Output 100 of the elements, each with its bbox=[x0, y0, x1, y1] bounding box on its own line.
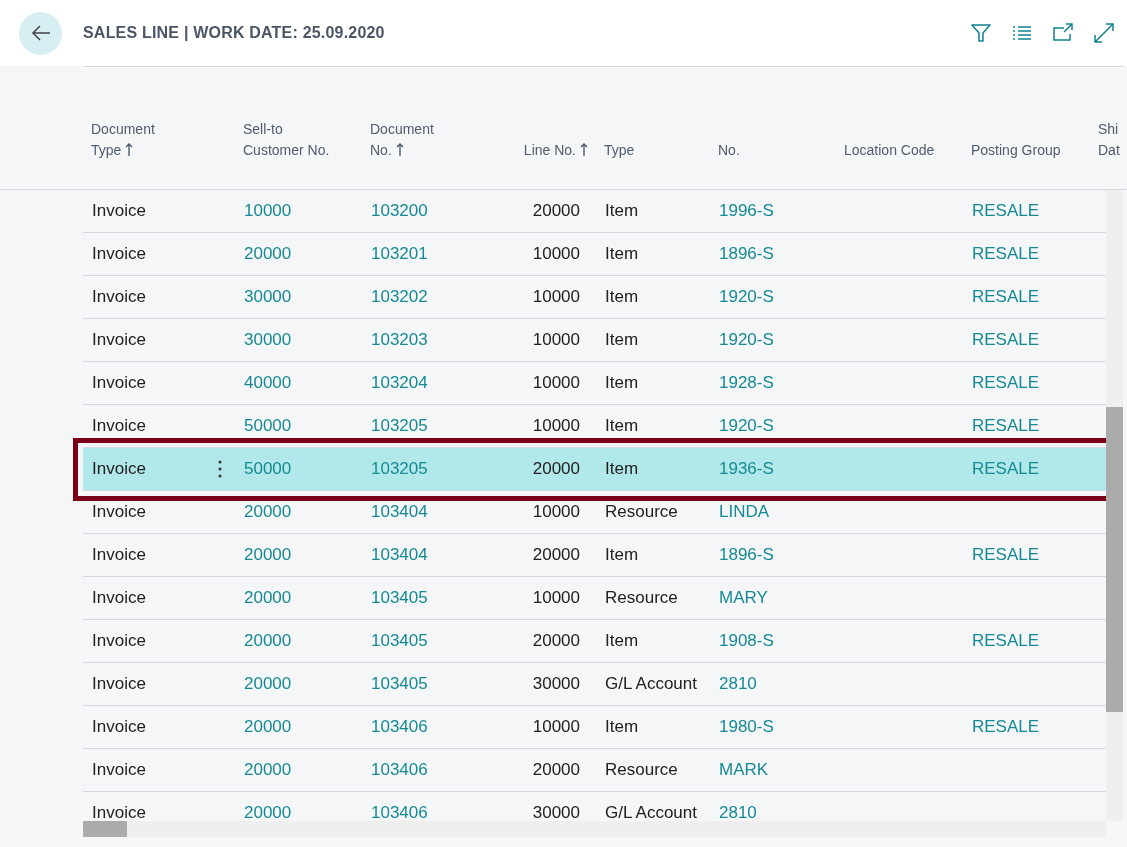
number-link[interactable]: 1980-S bbox=[719, 717, 774, 737]
document-number-link[interactable]: 103406 bbox=[371, 717, 428, 737]
table-row[interactable]: Invoice 20000 103406 20000 Resource MARK bbox=[83, 749, 1106, 792]
document-number-link[interactable]: 103203 bbox=[371, 330, 428, 350]
number-link[interactable]: 1896-S bbox=[719, 545, 774, 565]
column-header[interactable]: Type bbox=[604, 140, 635, 161]
document-type-cell: Invoice bbox=[92, 287, 146, 307]
posting-group-link[interactable]: RESALE bbox=[972, 330, 1040, 350]
document-number-link[interactable]: 103204 bbox=[371, 373, 428, 393]
column-header[interactable]: No. bbox=[718, 140, 740, 161]
document-type-cell: Invoice bbox=[92, 330, 146, 350]
number-link[interactable]: 1996-S bbox=[719, 201, 774, 221]
type-cell: Resource bbox=[605, 588, 678, 608]
posting-group-link[interactable]: RESALE bbox=[972, 717, 1040, 737]
document-type-cell: Invoice bbox=[92, 674, 146, 694]
document-number-link[interactable]: 103205 bbox=[371, 459, 428, 479]
number-link[interactable]: 1936-S bbox=[719, 459, 774, 479]
customer-number-link[interactable]: 20000 bbox=[244, 545, 292, 565]
vertical-scrollbar[interactable] bbox=[1106, 190, 1123, 821]
posting-group-link[interactable]: RESALE bbox=[972, 631, 1040, 651]
line-number-cell: 20000 bbox=[532, 459, 580, 479]
customer-number-link[interactable]: 20000 bbox=[244, 674, 292, 694]
document-number-link[interactable]: 103405 bbox=[371, 588, 428, 608]
customer-number-link[interactable]: 20000 bbox=[244, 631, 292, 651]
document-number-link[interactable]: 103201 bbox=[371, 244, 428, 264]
line-number-cell: 20000 bbox=[532, 631, 580, 651]
document-number-link[interactable]: 103405 bbox=[371, 631, 428, 651]
posting-group-link[interactable]: RESALE bbox=[972, 545, 1040, 565]
line-number-cell: 10000 bbox=[532, 330, 580, 350]
number-link[interactable]: 1928-S bbox=[719, 373, 774, 393]
table-row[interactable]: Invoice 20000 103404 20000 Item 1896-S RESALE bbox=[83, 534, 1106, 577]
column-header[interactable]: Location Code bbox=[844, 140, 935, 161]
document-number-link[interactable]: 103405 bbox=[371, 674, 428, 694]
type-cell: G/L Account bbox=[605, 803, 697, 821]
document-type-cell: Invoice bbox=[92, 373, 146, 393]
page-title: SALES LINE | WORK DATE: 25.09.2020 bbox=[83, 24, 385, 42]
document-number-link[interactable]: 103404 bbox=[371, 545, 428, 565]
number-link[interactable]: 1920-S bbox=[719, 416, 774, 436]
customer-number-link[interactable]: 20000 bbox=[244, 803, 292, 821]
customer-number-link[interactable]: 20000 bbox=[244, 244, 292, 264]
number-link[interactable]: 2810 bbox=[719, 803, 757, 821]
customer-number-link[interactable]: 30000 bbox=[244, 287, 292, 307]
table-row[interactable]: Invoice 20000 103405 10000 Resource MARY bbox=[83, 577, 1106, 620]
table-row[interactable]: Invoice 20000 103404 10000 Resource LINDA bbox=[83, 491, 1106, 534]
table-row[interactable]: Invoice 30000 103203 10000 Item 1920-S RESALE bbox=[83, 319, 1106, 362]
document-number-link[interactable]: 103404 bbox=[371, 502, 428, 522]
type-cell: Item bbox=[605, 201, 639, 221]
column-header[interactable]: Document Type bbox=[91, 119, 171, 161]
posting-group-link[interactable]: RESALE bbox=[972, 244, 1040, 264]
number-link[interactable]: MARY bbox=[719, 588, 768, 608]
customer-number-link[interactable]: 20000 bbox=[244, 588, 292, 608]
customer-number-link[interactable]: 50000 bbox=[244, 416, 292, 436]
open-new-window-icon[interactable] bbox=[1052, 22, 1074, 44]
number-link[interactable]: 2810 bbox=[719, 674, 757, 694]
line-number-cell: 10000 bbox=[532, 373, 580, 393]
number-link[interactable]: MARK bbox=[719, 760, 769, 780]
column-header[interactable]: Posting Group bbox=[971, 140, 1061, 161]
document-number-link[interactable]: 103406 bbox=[371, 803, 428, 821]
more-options-icon[interactable] bbox=[218, 460, 222, 478]
number-link[interactable]: 1896-S bbox=[719, 244, 774, 264]
table-row[interactable]: Invoice 20000 103201 10000 Item 1896-S RESALE bbox=[83, 233, 1106, 276]
posting-group-link[interactable]: RESALE bbox=[972, 287, 1040, 307]
customer-number-link[interactable]: 30000 bbox=[244, 330, 292, 350]
customer-number-link[interactable]: 20000 bbox=[244, 760, 292, 780]
table-row[interactable]: Invoice 20000 103406 10000 Item 1980-S RESALE bbox=[83, 706, 1106, 749]
back-button[interactable] bbox=[19, 11, 62, 55]
number-link[interactable]: 1920-S bbox=[719, 287, 774, 307]
horizontal-scrollbar[interactable] bbox=[83, 821, 1106, 837]
table-row[interactable]: Invoice 10000 103200 20000 Item 1996-S RESALE bbox=[83, 190, 1106, 233]
column-header[interactable]: Shi Dat bbox=[1098, 119, 1120, 161]
posting-group-link[interactable]: RESALE bbox=[972, 373, 1040, 393]
table-row[interactable]: Invoice 20000 103405 30000 G/L Account 2810 bbox=[83, 663, 1106, 706]
column-header[interactable]: Sell-to Customer No. bbox=[243, 119, 343, 161]
number-link[interactable]: LINDA bbox=[719, 502, 770, 522]
customer-number-link[interactable]: 40000 bbox=[244, 373, 292, 393]
document-type-cell: Invoice bbox=[92, 459, 146, 479]
column-header[interactable]: Document No. bbox=[370, 119, 450, 161]
posting-group-link[interactable]: RESALE bbox=[972, 416, 1040, 436]
document-number-link[interactable]: 103205 bbox=[371, 416, 428, 436]
posting-group-link[interactable]: RESALE bbox=[972, 201, 1040, 221]
expand-icon[interactable] bbox=[1093, 22, 1115, 44]
type-cell: Item bbox=[605, 330, 639, 350]
document-number-link[interactable]: 103406 bbox=[371, 760, 428, 780]
document-number-link[interactable]: 103200 bbox=[371, 201, 428, 221]
table-row[interactable]: Invoice 40000 103204 10000 Item 1928-S RESALE bbox=[83, 362, 1106, 405]
column-header[interactable]: Line No. bbox=[523, 140, 588, 161]
customer-number-link[interactable]: 20000 bbox=[244, 717, 292, 737]
table-row[interactable]: Invoice 30000 103202 10000 Item 1920-S RESALE bbox=[83, 276, 1106, 319]
number-link[interactable]: 1920-S bbox=[719, 330, 774, 350]
line-number-cell: 10000 bbox=[532, 416, 580, 436]
type-cell: Item bbox=[605, 244, 639, 264]
customer-number-link[interactable]: 20000 bbox=[244, 502, 292, 522]
customer-number-link[interactable]: 10000 bbox=[244, 201, 292, 221]
filter-icon[interactable] bbox=[970, 22, 992, 44]
document-type-cell: Invoice bbox=[92, 545, 146, 565]
table-row[interactable]: Invoice 20000 103405 20000 Item 1908-S RESALE bbox=[83, 620, 1106, 663]
posting-group-link[interactable]: RESALE bbox=[972, 459, 1040, 479]
customer-number-link[interactable]: 50000 bbox=[244, 459, 292, 479]
number-link[interactable]: 1908-S bbox=[719, 631, 774, 651]
document-number-link[interactable]: 103202 bbox=[371, 287, 428, 307]
